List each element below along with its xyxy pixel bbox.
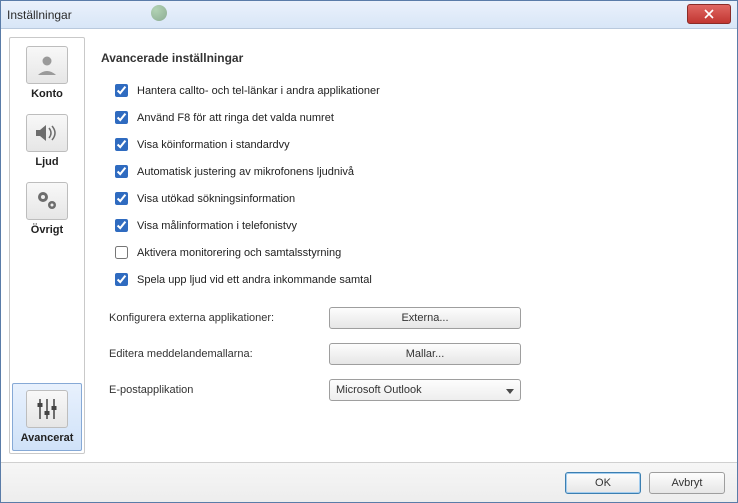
checkbox-play-sound[interactable] <box>115 273 128 286</box>
checkbox-row: Automatisk justering av mikrofonens ljud… <box>111 162 717 181</box>
checkbox-monitoring[interactable] <box>115 246 128 259</box>
checkbox-label: Spela upp ljud vid ett andra inkommande … <box>137 274 372 286</box>
sidebar-item-sound[interactable]: Ljud <box>12 108 82 174</box>
checkbox-label: Visa utökad sökningsinformation <box>137 193 295 205</box>
titlebar: Inställningar <box>1 1 737 29</box>
checkbox-label: Visa köinformation i standardvy <box>137 139 290 151</box>
sliders-icon <box>26 390 68 428</box>
checkbox-row: Visa målinformation i telefonistvy <box>111 216 717 235</box>
checkbox-handle-links[interactable] <box>115 84 128 97</box>
footer: OK Avbryt <box>1 462 737 502</box>
sidebar-item-label: Övrigt <box>31 224 63 236</box>
sidebar-item-account[interactable]: Konto <box>12 40 82 106</box>
external-apps-button[interactable]: Externa... <box>329 307 521 329</box>
window-title: Inställningar <box>7 8 72 22</box>
checkbox-row: Spela upp ljud vid ett andra inkommande … <box>111 270 717 289</box>
checkbox-label: Visa målinformation i telefonistvy <box>137 220 297 232</box>
config-label: Konfigurera externa applikationer: <box>109 312 329 324</box>
checkbox-label: Använd F8 för att ringa det valda numret <box>137 112 334 124</box>
checkbox-queue-info[interactable] <box>115 138 128 151</box>
checkbox-label: Aktivera monitorering och samtalsstyrnin… <box>137 247 341 259</box>
checkbox-row: Visa utökad sökningsinformation <box>111 189 717 208</box>
checkbox-row: Hantera callto- och tel-länkar i andra a… <box>111 81 717 100</box>
background-app-icon <box>151 5 167 21</box>
email-app-select[interactable]: Microsoft Outlook <box>329 379 521 401</box>
sidebar-item-label: Konto <box>31 88 63 100</box>
config-label: E-postapplikation <box>109 384 329 396</box>
checkbox-row: Använd F8 för att ringa det valda numret <box>111 108 717 127</box>
config-row-templates: Editera meddelandemallarna: Mallar... <box>109 343 717 365</box>
checkbox-row: Visa köinformation i standardvy <box>111 135 717 154</box>
close-icon <box>704 9 714 19</box>
config-row-email: E-postapplikation Microsoft Outlook <box>109 379 717 401</box>
templates-button[interactable]: Mallar... <box>329 343 521 365</box>
user-icon <box>26 46 68 84</box>
checkbox-target-info[interactable] <box>115 219 128 232</box>
gears-icon <box>26 182 68 220</box>
sidebar-item-label: Ljud <box>35 156 58 168</box>
speaker-icon <box>26 114 68 152</box>
checkbox-extended-search[interactable] <box>115 192 128 205</box>
sidebar-item-other[interactable]: Övrigt <box>12 176 82 242</box>
ok-button[interactable]: OK <box>565 472 641 494</box>
content-heading: Avancerade inställningar <box>101 51 717 65</box>
sidebar-item-label: Avancerat <box>21 432 74 444</box>
config-label: Editera meddelandemallarna: <box>109 348 329 360</box>
close-button[interactable] <box>687 4 731 24</box>
window-body: Konto Ljud Övrigt Avancerat <box>1 29 737 462</box>
checkbox-f8-dial[interactable] <box>115 111 128 124</box>
content-panel: Avancerade inställningar Hantera callto-… <box>89 37 729 454</box>
config-section: Konfigurera externa applikationer: Exter… <box>109 307 717 401</box>
config-row-external: Konfigurera externa applikationer: Exter… <box>109 307 717 329</box>
sidebar-item-advanced[interactable]: Avancerat <box>12 383 82 451</box>
background-app-tab <box>151 5 171 21</box>
settings-window: Inställningar Konto Ljud <box>0 0 738 503</box>
checkbox-label: Hantera callto- och tel-länkar i andra a… <box>137 85 380 97</box>
cancel-button[interactable]: Avbryt <box>649 472 725 494</box>
checkbox-auto-mic[interactable] <box>115 165 128 178</box>
checkbox-group: Hantera callto- och tel-länkar i andra a… <box>111 81 717 289</box>
checkbox-label: Automatisk justering av mikrofonens ljud… <box>137 166 354 178</box>
checkbox-row: Aktivera monitorering och samtalsstyrnin… <box>111 243 717 262</box>
sidebar: Konto Ljud Övrigt Avancerat <box>9 37 85 454</box>
sidebar-spacer <box>12 244 82 381</box>
